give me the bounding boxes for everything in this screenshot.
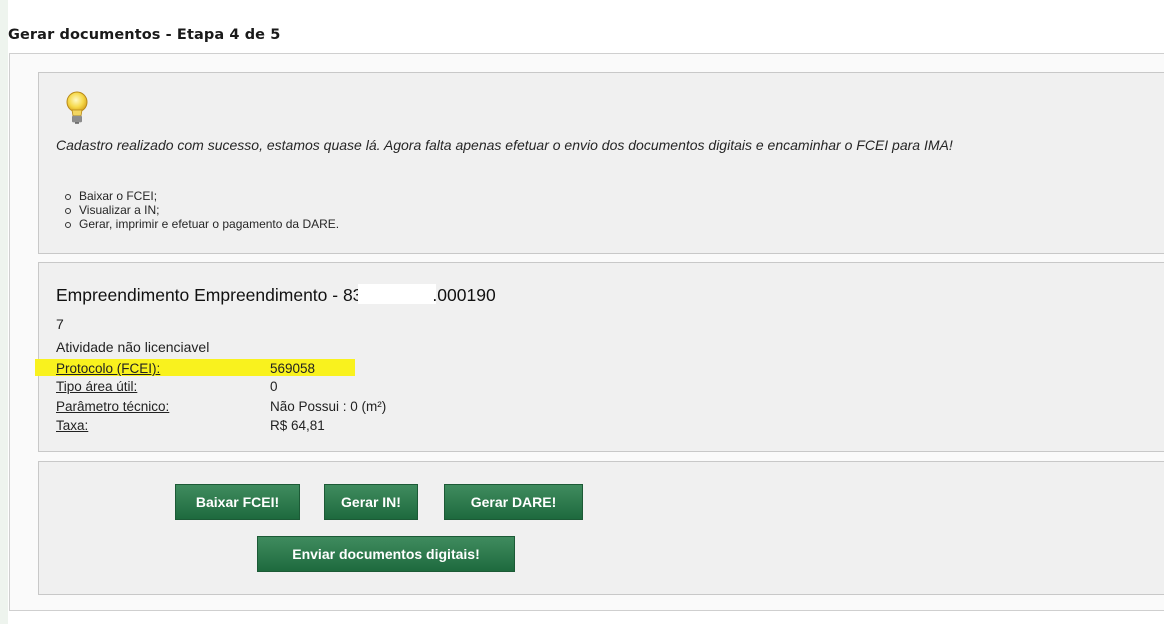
step-item: Baixar o FCEI; [65,189,339,203]
enviar-documentos-button[interactable]: Enviar documentos digitais! [257,536,515,572]
steps-list: Baixar o FCEI; Visualizar a IN; Gerar, i… [65,189,339,231]
success-message: Cadastro realizado com sucesso, estamos … [56,137,953,153]
empreendimento-title-prefix: Empreendimento Empreendimento - 83 [56,285,363,305]
empreendimento-title-suffix: .000190 [432,285,496,305]
left-decor-strip [0,0,8,624]
tipo-area-value: 0 [270,379,278,394]
taxa-label: Taxa: [56,418,89,433]
parametro-tecnico-label: Parâmetro técnico: [56,399,170,414]
info-panel: Cadastro realizado com sucesso, estamos … [38,72,1164,254]
step-item: Gerar, imprimir e efetuar o pagamento da… [65,217,339,231]
actions-panel: Baixar FCEI! Gerar IN! Gerar DARE! Envia… [38,461,1164,595]
parametro-tecnico-value: Não Possui : 0 (m²) [270,399,387,414]
baixar-fcei-button[interactable]: Baixar FCEI! [175,484,300,520]
step-item: Visualizar a IN; [65,203,339,217]
empreendimento-number: 7 [56,316,64,332]
taxa-value: R$ 64,81 [270,418,325,433]
gerar-in-button[interactable]: Gerar IN! [324,484,418,520]
empreendimento-panel: Empreendimento Empreendimento - 83 .00019… [35,262,1164,452]
redaction-mark [358,284,437,304]
lightbulb-icon [66,91,88,124]
activity-status: Atividade não licenciavel [56,339,210,355]
protocolo-value: 569058 [270,361,316,376]
protocolo-label: Protocolo (FCEI): [56,361,161,376]
page-title: Gerar documentos - Etapa 4 de 5 [8,27,281,43]
empreendimento-title: Empreendimento Empreendimento - 83 .00019… [56,284,496,306]
gerar-dare-button[interactable]: Gerar DARE! [444,484,583,520]
tipo-area-label: Tipo área útil: [56,379,138,394]
